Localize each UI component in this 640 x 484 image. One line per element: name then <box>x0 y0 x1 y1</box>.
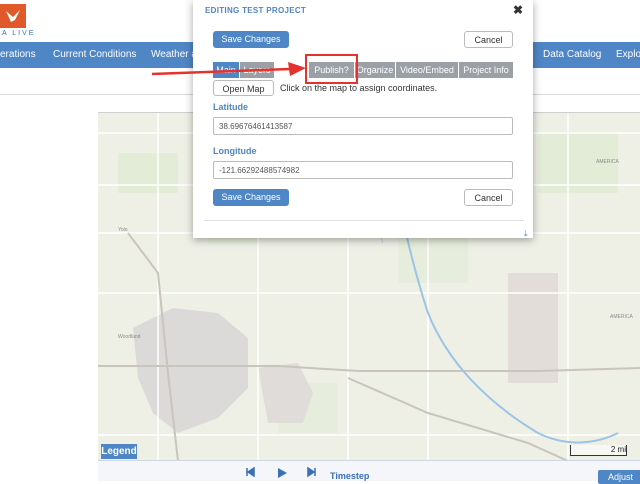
step-forward-icon[interactable] <box>307 466 317 481</box>
svg-text:AMERICA: AMERICA <box>610 314 633 320</box>
tab-organize[interactable]: Organize <box>355 62 395 78</box>
scale-bar: 2 mi <box>570 445 627 456</box>
nav-item-current-conditions[interactable]: Current Conditions <box>53 42 136 68</box>
nav-item-operations[interactable]: erations <box>0 42 36 68</box>
cancel-button-bottom[interactable]: Cancel <box>464 189 513 206</box>
tab-project-info[interactable]: Project Info <box>459 62 513 78</box>
step-back-icon[interactable] <box>245 466 255 481</box>
logo-text: A LIVE <box>2 30 36 37</box>
tab-video-embed[interactable]: Video/Embed <box>396 62 458 78</box>
svg-text:Woodland: Woodland <box>118 334 141 340</box>
nav-item-explore[interactable]: Explor <box>616 42 640 68</box>
svg-text:AMERICA: AMERICA <box>596 159 619 165</box>
dialog-divider <box>204 220 524 221</box>
annotation-arrow-icon <box>150 60 310 87</box>
latitude-label: Latitude <box>213 102 248 112</box>
resize-handle-icon[interactable]: ⤓ <box>524 229 528 239</box>
play-icon[interactable] <box>276 466 288 483</box>
save-changes-button-bottom[interactable]: Save Changes <box>213 189 289 206</box>
longitude-label: Longitude <box>213 146 257 156</box>
cancel-button-top[interactable]: Cancel <box>464 31 513 48</box>
svg-text:Yolo: Yolo <box>118 227 128 233</box>
legend-button[interactable]: Legend <box>101 444 137 459</box>
bird-logo-icon[interactable] <box>0 4 26 28</box>
latitude-field[interactable]: 38.69676461413587 <box>213 117 513 135</box>
close-icon[interactable]: ✖ <box>513 3 523 17</box>
dialog-title: EDITING TEST PROJECT <box>205 6 307 15</box>
save-changes-button-top[interactable]: Save Changes <box>213 31 289 48</box>
nav-item-data-catalog[interactable]: Data Catalog <box>543 42 601 68</box>
annotation-highlight-box <box>305 54 358 84</box>
longitude-field[interactable]: -121.66292488574982 <box>213 161 513 179</box>
adjust-button[interactable]: Adjust <box>598 470 640 484</box>
